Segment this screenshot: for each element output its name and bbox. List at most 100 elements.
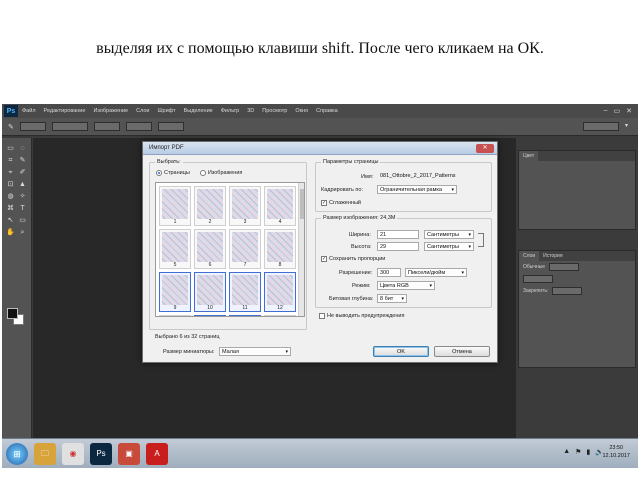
gradient-tool-icon[interactable]: ▲ (18, 180, 27, 189)
depth-value: 8 бит (380, 296, 394, 302)
start-button[interactable]: ⊞ (6, 443, 28, 465)
tab-color[interactable]: Цвет (519, 151, 539, 161)
page-thumbnail[interactable]: 8 (264, 229, 296, 269)
fill-field[interactable] (552, 287, 583, 295)
menu-view[interactable]: Просмотр (262, 108, 287, 114)
link-icon[interactable] (478, 233, 484, 247)
mode-select[interactable]: Цвета RGB ▾ (377, 281, 435, 290)
radio-pages[interactable]: Страницы (156, 170, 190, 176)
hand-tool-icon[interactable]: ✋ (6, 228, 15, 237)
stamp-tool-icon[interactable]: ⊡ (6, 180, 15, 189)
menu-window[interactable]: Окно (295, 108, 308, 114)
ok-button[interactable]: OK (373, 346, 429, 357)
brush-tool-icon[interactable]: ✎ (18, 156, 27, 165)
flow-field[interactable] (125, 122, 152, 131)
width-unit-select[interactable]: Сантиметры ▾ (424, 230, 474, 239)
mode-field[interactable] (51, 122, 88, 131)
resolution-input[interactable]: 300 (377, 268, 401, 277)
dialog-title: Импорт PDF (149, 145, 184, 151)
resolution-unit-select[interactable]: Пиксели/дюйм ▾ (405, 268, 467, 277)
opacity-field[interactable] (93, 122, 120, 131)
pattern-page-image (232, 275, 258, 305)
scroll-thumb[interactable] (300, 189, 304, 219)
thumbnail-scrollbar[interactable] (298, 183, 304, 316)
chevron-down-icon: ▾ (461, 270, 464, 276)
layer-filter-field[interactable] (549, 263, 580, 271)
workspace-icon[interactable]: ▾ (625, 122, 628, 131)
acrobat-icon[interactable]: A (146, 443, 168, 465)
close-icon[interactable]: ✕ (476, 144, 494, 153)
airbrush-field[interactable] (157, 122, 184, 131)
pen-tool-icon[interactable]: ⌘ (6, 204, 15, 213)
page-thumbnail[interactable]: 16 (264, 315, 296, 316)
menu-layers[interactable]: Слои (136, 108, 149, 114)
page-thumbnail[interactable]: 4 (264, 186, 296, 226)
suppress-warnings-checkbox[interactable]: Не выводить предупреждения (319, 313, 404, 319)
presentation-icon[interactable]: ▣ (118, 443, 140, 465)
page-thumbnail[interactable]: 12 (264, 272, 296, 312)
pattern-page-image (162, 275, 188, 305)
blend-mode-field[interactable] (523, 275, 553, 283)
menu-filter[interactable]: Фильтр (221, 108, 239, 114)
page-thumbnail[interactable]: 3 (229, 186, 261, 226)
page-thumbnail[interactable]: 6 (194, 229, 226, 269)
width-input[interactable]: 21 (377, 230, 419, 239)
cancel-button[interactable]: Отмена (434, 346, 490, 357)
depth-label: Битовая глубина: (329, 296, 374, 302)
crop-select[interactable]: Ограничительная рамка ▾ (377, 185, 457, 194)
lasso-tool-icon[interactable]: ◌ (18, 144, 27, 153)
workspace-select[interactable] (582, 122, 619, 131)
page-thumbnail[interactable]: 9 (159, 272, 191, 312)
page-thumbnail[interactable]: 15 (229, 315, 261, 316)
type-tool-icon[interactable]: T (18, 204, 27, 213)
clock[interactable]: 23:50 12.10.2017 (602, 444, 630, 460)
page-thumbnail[interactable]: 5 (159, 229, 191, 269)
constrain-checkbox[interactable]: ✓ Сохранить пропорции (321, 256, 385, 262)
chrome-icon[interactable]: ◉ (62, 443, 84, 465)
brush-size-field[interactable] (19, 122, 46, 131)
menu-image[interactable]: Изображение (93, 108, 128, 114)
page-thumbnail[interactable]: 1 (159, 186, 191, 226)
menu-file[interactable]: Файл (22, 108, 36, 114)
page-thumbnail[interactable]: 10 (194, 272, 226, 312)
eyedropper-tool-icon[interactable]: ⌖ (6, 168, 15, 177)
menu-select[interactable]: Выделение (184, 108, 213, 114)
height-unit-select[interactable]: Сантиметры ▾ (424, 242, 474, 251)
pencil-tool-icon[interactable]: ✐ (18, 168, 27, 177)
page-thumbnail[interactable]: 14 (194, 315, 226, 316)
tray-expand-icon[interactable]: ▲ (563, 448, 570, 456)
menu-help[interactable]: Справка (316, 108, 338, 114)
page-thumbnail[interactable]: 7 (229, 229, 261, 269)
thumb-size-select[interactable]: Малая ▾ (219, 347, 291, 356)
dodge-tool-icon[interactable]: ✧ (18, 192, 27, 201)
height-input[interactable]: 29 (377, 242, 419, 251)
photoshop-taskbar-icon[interactable]: Ps (90, 443, 112, 465)
brush-tool-icon[interactable]: ✎ (8, 123, 14, 131)
explorer-icon[interactable]: 🗀 (34, 443, 56, 465)
flag-icon[interactable]: ⚑ (575, 448, 581, 456)
crop-tool-icon[interactable]: ⌗ (6, 156, 15, 165)
close-icon[interactable]: ✕ (626, 107, 632, 115)
blur-tool-icon[interactable]: ◍ (6, 192, 15, 201)
foreground-color-swatch[interactable] (7, 308, 18, 319)
page-thumbnail[interactable]: 13 (159, 315, 191, 316)
page-thumbnail[interactable]: 2 (194, 186, 226, 226)
zoom-tool-icon[interactable]: ⌕ (18, 228, 27, 237)
menu-edit[interactable]: Редактирование (44, 108, 86, 114)
antialias-checkbox[interactable]: ✓ Сглаженный (321, 200, 361, 206)
path-select-tool-icon[interactable]: ↖ (6, 216, 15, 225)
maximize-icon[interactable]: ▭ (614, 107, 621, 115)
layer-filter-kind[interactable]: Обычные (523, 264, 545, 270)
depth-select[interactable]: 8 бит ▾ (377, 294, 407, 303)
radio-images[interactable]: Изображения (199, 170, 242, 176)
tab-layers[interactable]: Слои (519, 251, 540, 261)
marquee-tool-icon[interactable]: ▭ (6, 144, 15, 153)
network-icon[interactable]: ▮ (586, 448, 590, 456)
minimize-icon[interactable]: – (604, 107, 608, 115)
shape-tool-icon[interactable]: ▭ (18, 216, 27, 225)
page-thumbnail[interactable]: 11 (229, 272, 261, 312)
menu-type[interactable]: Шрифт (157, 108, 175, 114)
name-value: 081_Ottobre_2_2017_Patterns (380, 173, 456, 179)
tab-history[interactable]: История (539, 251, 566, 261)
menu-3d[interactable]: 3D (247, 108, 254, 114)
